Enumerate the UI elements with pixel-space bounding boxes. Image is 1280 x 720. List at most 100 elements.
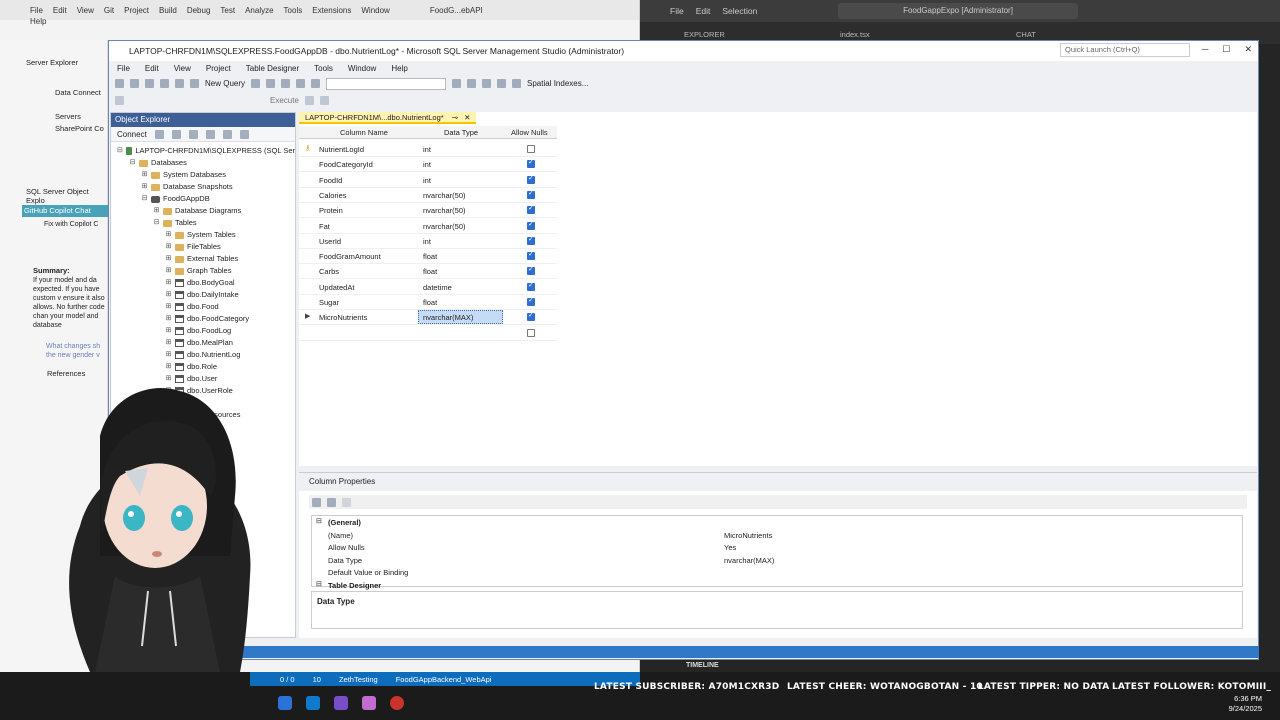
toolbox-icon[interactable] (467, 79, 477, 88)
files-app-icon[interactable] (278, 696, 292, 710)
vs-menu-project[interactable]: Project (124, 6, 149, 15)
data-type-cell[interactable]: int (423, 237, 431, 246)
changes-count[interactable]: 10 (313, 675, 321, 684)
check-constraints-icon[interactable] (512, 79, 522, 88)
quick-launch-input[interactable]: Quick Launch (Ctrl+Q) (1060, 43, 1190, 57)
column-name-header[interactable]: Column Name (340, 128, 388, 137)
vscode-menu-selection[interactable]: Selection (722, 6, 757, 16)
tree-node[interactable]: ⊞ External Tables (111, 253, 295, 265)
new-project-icon[interactable] (145, 79, 154, 88)
column-row[interactable]: FoodGramAmount float (299, 249, 557, 265)
fix-with-copilot[interactable]: Fix with Copilot C (44, 221, 98, 228)
vscode-tab-index[interactable]: index.tsx (840, 30, 870, 39)
vscode-menu-edit[interactable]: Edit (696, 6, 711, 16)
property-pages-icon[interactable] (342, 497, 351, 507)
property-row[interactable]: Default Value or Binding (312, 566, 1242, 579)
tree-node[interactable]: ⊟ Databases (111, 157, 295, 169)
vscode-menu-file[interactable]: File (670, 6, 684, 16)
activity-icon[interactable] (239, 129, 249, 139)
forward-icon[interactable] (130, 79, 139, 88)
tree-node[interactable]: ⊞ dbo.FoodCategory (111, 313, 295, 325)
menu-tools[interactable]: Tools (314, 64, 333, 73)
vs-menu-analyze[interactable]: Analyze (245, 6, 273, 15)
paste-icon[interactable] (281, 79, 291, 88)
connect-button[interactable]: Connect (117, 130, 147, 139)
menu-view[interactable]: View (174, 64, 191, 73)
project-name[interactable]: FoodGAppBackend_WebApi (396, 675, 492, 684)
collapse-icon[interactable]: ⊟ (316, 580, 322, 588)
undo-icon[interactable] (296, 79, 306, 88)
solution-config-dropdown[interactable] (326, 77, 447, 90)
tree-node[interactable]: ⊟ Tables (111, 217, 295, 229)
expand-icon[interactable]: ⊟ (129, 157, 136, 169)
allow-nulls-checkbox[interactable] (527, 235, 535, 245)
sharepoint-node[interactable]: SharePoint Co (55, 124, 104, 133)
allow-nulls-header[interactable]: Allow Nulls (511, 128, 548, 137)
branch-name[interactable]: ZethTesting (339, 675, 378, 684)
property-row[interactable]: (Name) MicroNutrients (312, 529, 1242, 542)
column-row[interactable]: Fat nvarchar(50) (299, 219, 557, 234)
data-type-cell[interactable]: nvarchar(50) (423, 206, 466, 215)
allow-nulls-checkbox[interactable] (527, 145, 535, 153)
data-type-cell[interactable]: float (423, 298, 437, 307)
vs-menu-git[interactable]: Git (104, 6, 114, 15)
minimize-icon[interactable]: ─ (1202, 44, 1208, 55)
expand-icon[interactable]: ⊞ (165, 253, 172, 265)
expand-icon[interactable]: ⊞ (165, 289, 172, 301)
save-icon[interactable] (175, 79, 184, 88)
system-clock[interactable]: 6:36 PM 9/24/2025 (1229, 694, 1262, 714)
data-type-cell[interactable]: int (423, 145, 431, 154)
allow-nulls-checkbox[interactable] (527, 265, 535, 276)
vscode-timeline[interactable]: TIMELINE (686, 662, 719, 669)
save-all-icon[interactable] (190, 79, 199, 88)
new-query-button[interactable]: New Query (205, 79, 245, 88)
expand-icon[interactable]: ⊞ (165, 361, 172, 373)
categorized-icon[interactable] (312, 497, 321, 507)
vs-menu-edit[interactable]: Edit (53, 6, 67, 15)
sync-status[interactable]: 0 / 0 (280, 675, 295, 684)
stop-icon[interactable] (188, 129, 198, 139)
general-category[interactable]: ⊟ (General) (312, 516, 1242, 529)
close-icon[interactable]: ✕ (1244, 44, 1252, 55)
vscode-explorer-label[interactable]: EXPLORER (684, 30, 725, 39)
expand-icon[interactable]: ⊞ (165, 349, 172, 361)
expand-icon[interactable]: ⊞ (153, 205, 160, 217)
allow-nulls-checkbox[interactable] (527, 174, 535, 184)
tree-node[interactable]: ⊞ dbo.Food (111, 301, 295, 313)
data-type-cell[interactable]: nvarchar(50) (423, 222, 466, 231)
data-type-cell[interactable]: nvarchar(MAX) (423, 313, 473, 322)
allow-nulls-checkbox[interactable] (527, 296, 535, 306)
servers-node[interactable]: Servers (55, 112, 81, 121)
sql-object-explorer-tab[interactable]: SQL Server Object Explo (26, 187, 107, 205)
property-row[interactable]: Data Type nvarchar(MAX) (312, 554, 1242, 567)
column-row[interactable]: UserId int (299, 234, 557, 249)
tab-close-icon[interactable]: ✕ (464, 113, 470, 122)
expand-icon[interactable]: ⊞ (141, 181, 148, 193)
allow-nulls-checkbox[interactable] (527, 189, 535, 199)
column-row[interactable]: Sugar float (299, 295, 557, 310)
column-row[interactable]: Calories nvarchar(50) (299, 188, 557, 203)
property-value[interactable]: nvarchar(MAX) (724, 556, 774, 565)
tree-node[interactable]: ⊟ FoodGAppDB (111, 193, 295, 205)
data-type-header[interactable]: Data Type (444, 128, 478, 137)
tree-node[interactable]: ⊞ Graph Tables (111, 265, 295, 277)
table-designer-category[interactable]: ⊟ Table Designer (312, 579, 1242, 592)
expand-icon[interactable]: ⊞ (165, 325, 172, 337)
tree-node[interactable]: ⊞ Database Diagrams (111, 205, 295, 217)
allow-nulls-checkbox[interactable] (527, 220, 535, 230)
document-tab[interactable]: LAPTOP-CHRFDN1M\...dbo.NutrientLog* ⊸ ✕ (299, 112, 477, 124)
expand-icon[interactable]: ⊞ (165, 265, 172, 277)
maximize-icon[interactable]: ☐ (1222, 44, 1230, 55)
menu-edit[interactable]: Edit (145, 64, 159, 73)
expand-icon[interactable]: ⊞ (165, 229, 172, 241)
vs-menu-help[interactable]: Help (30, 17, 46, 26)
execute-button[interactable]: Execute (270, 96, 299, 105)
vs-menu-tools[interactable]: Tools (284, 6, 303, 15)
allow-nulls-checkbox[interactable] (527, 328, 535, 337)
expand-icon[interactable]: ⊞ (165, 313, 172, 325)
data-type-cell[interactable]: nvarchar(50) (423, 191, 466, 200)
column-row[interactable]: UpdatedAt datetime (299, 280, 557, 295)
data-type-cell[interactable]: float (423, 267, 437, 276)
vs-menu-window[interactable]: Window (361, 6, 389, 15)
data-type-cell[interactable]: float (423, 252, 437, 261)
